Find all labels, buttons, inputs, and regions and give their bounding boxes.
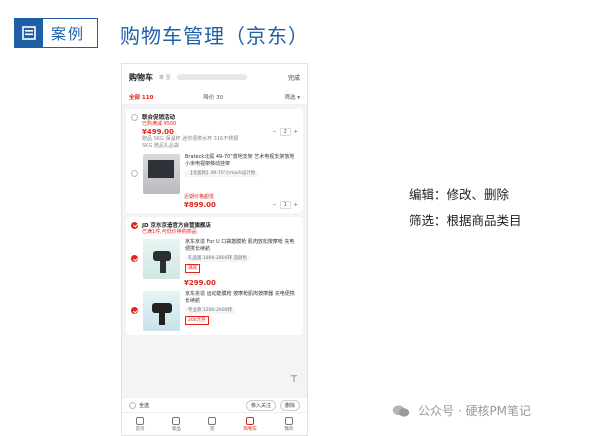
massage-gun-image[interactable] bbox=[143, 239, 180, 279]
case-book-icon bbox=[15, 19, 43, 47]
blurred-address bbox=[176, 74, 247, 80]
filter-bar: 全部 110 降价 30 筛选 ▾ bbox=[122, 90, 307, 105]
cart-bottom-bar: 全选 移入关注 删除 bbox=[122, 397, 307, 412]
item-price: ¥299.00 bbox=[184, 279, 216, 287]
store-checkbox[interactable] bbox=[131, 221, 138, 229]
wechat-icon bbox=[392, 404, 410, 417]
massage-gun-image[interactable] bbox=[143, 291, 180, 331]
promo-text: 已购满减 ¥500 bbox=[142, 121, 177, 127]
store-checkbox[interactable] bbox=[131, 113, 138, 121]
slide-title: 购物车管理（京东） bbox=[120, 24, 309, 48]
item-title[interactable]: 京东京造 For U 口袋筋膜枪 肌肉放松按摩枪 充电便携长续航 bbox=[185, 239, 298, 253]
item-title[interactable]: Brateck北弧 49-70"落地支架 艺术电视支架落地 小米电视架移动挂架 bbox=[185, 154, 298, 168]
store-card: JD 京东京造官方自营旗舰店 已满1件,可低价换购商品 京东京造 For U 口… bbox=[126, 217, 303, 335]
item-spec[interactable]: 专业款 1200-2600转 bbox=[185, 307, 235, 314]
watermark: 公众号 · 硬核PM笔记 bbox=[392, 402, 531, 419]
tv-stand-image[interactable] bbox=[143, 154, 180, 194]
select-all-checkbox[interactable] bbox=[129, 401, 136, 409]
scroll-top-icon[interactable]: ⊤ bbox=[290, 375, 298, 385]
home-icon bbox=[136, 416, 145, 425]
item-spec[interactable]: 【北弧款】49-70"小mark设计款 bbox=[185, 170, 259, 177]
cart-title: 购物车 bbox=[129, 72, 153, 82]
new-icon bbox=[172, 416, 181, 425]
phone-screenshot: 购物车 寄 至 完成 全部 110 降价 30 筛选 ▾ 联合促销活动 已购满减… bbox=[121, 63, 308, 436]
nav-new[interactable]: 新品 bbox=[172, 416, 181, 432]
filter-button[interactable]: 筛选 ▾ bbox=[284, 93, 300, 101]
move-to-favorites-button[interactable]: 移入关注 bbox=[245, 399, 276, 411]
item-checkbox[interactable] bbox=[131, 255, 138, 262]
store-name: 联合促销活动 bbox=[142, 115, 176, 121]
delete-button[interactable]: 删除 bbox=[279, 399, 300, 411]
item-price: ¥899.00 bbox=[184, 201, 216, 209]
promo-tag: 200元券 bbox=[185, 316, 209, 325]
bottom-nav: 首页 新品 逛 购物车 我的 bbox=[122, 412, 307, 435]
notes: 编辑：修改、删除 筛选：根据商品类目 bbox=[409, 182, 522, 234]
case-label: 案例 bbox=[51, 24, 86, 43]
store-card: 联合促销活动 已购满减 ¥500 ¥499.00 −2 + 赠品 SKG 保温杯 … bbox=[126, 109, 303, 213]
store-name: JD 京东京造官方自营旗舰店 bbox=[142, 223, 212, 229]
user-icon bbox=[284, 416, 293, 425]
cart-header: 购物车 寄 至 完成 bbox=[122, 64, 307, 90]
item-checkbox[interactable] bbox=[131, 170, 138, 177]
promo-text: 已满1件,可低价换购商品 bbox=[142, 229, 197, 235]
browse-icon bbox=[208, 416, 217, 425]
done-button[interactable]: 完成 bbox=[288, 73, 300, 82]
note-edit: 编辑：修改、删除 bbox=[409, 187, 510, 202]
nav-home[interactable]: 首页 bbox=[136, 416, 145, 432]
item-title[interactable]: 京东京造 运动筋膜枪 按摩枪肌肉按摩器 充电便携长续航 bbox=[185, 291, 298, 305]
select-all-label[interactable]: 全选 bbox=[139, 402, 149, 409]
item-spec[interactable]: 礼品版 1800-2800转 选颜色 bbox=[185, 255, 250, 262]
gift-line: 赠品 SKG 保温杯 迷你便携水杯 316不锈钢 bbox=[142, 136, 239, 142]
promo-tag: 满减 bbox=[185, 264, 200, 273]
case-badge: 案例 bbox=[14, 18, 99, 48]
nav-cart[interactable]: 购物车 bbox=[244, 416, 257, 432]
quantity-stepper[interactable]: −2 + bbox=[272, 128, 298, 136]
item-checkbox[interactable] bbox=[131, 307, 138, 314]
item-info: 京东京造 For U 口袋筋膜枪 肌肉放松按摩枪 充电便携长续航 礼品版 180… bbox=[185, 239, 298, 273]
quantity-stepper[interactable]: −1 + bbox=[272, 201, 298, 209]
item-price: ¥499.00 bbox=[142, 128, 174, 136]
nav-browse[interactable]: 逛 bbox=[208, 416, 217, 432]
gift-line: SKG 赠品礼品袋 bbox=[142, 143, 179, 149]
item-info: 京东京造 运动筋膜枪 按摩枪肌肉按摩器 充电便携长续航 专业款 1200-260… bbox=[185, 291, 298, 325]
note-filter: 筛选：根据商品类目 bbox=[409, 213, 522, 228]
cart-icon bbox=[246, 416, 255, 425]
item-info: Brateck北弧 49-70"落地支架 艺术电视支架落地 小米电视架移动挂架 … bbox=[185, 154, 298, 177]
address-prefix: 寄 至 bbox=[159, 74, 171, 81]
watermark-text: 公众号 · 硬核PM笔记 bbox=[418, 404, 532, 418]
price-tip: 近期价格超低 bbox=[184, 194, 215, 200]
tab-price-drop[interactable]: 降价 30 bbox=[203, 93, 223, 101]
tab-all[interactable]: 全部 110 bbox=[129, 93, 153, 101]
nav-me[interactable]: 我的 bbox=[284, 416, 293, 432]
